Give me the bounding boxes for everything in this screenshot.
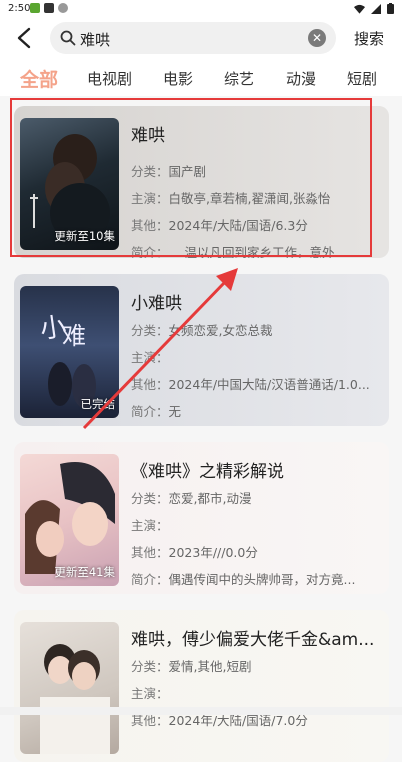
category-tabs: 全部 电视剧 电影 综艺 动漫 短剧 <box>0 60 402 96</box>
wifi-icon <box>354 4 365 14</box>
poster-image: 小 难 已完结 <box>20 286 119 418</box>
tab-movies[interactable]: 电影 <box>163 68 193 89</box>
result-title: 小难哄 <box>131 294 182 314</box>
poster-image: 更新至10集 <box>20 118 119 250</box>
info-row-cast: 主演： <box>131 350 169 365</box>
search-query: 难哄 <box>80 31 111 49</box>
info-row-cast: 主演： <box>131 518 169 533</box>
info-row-other: 其他：2023年///0.0分 <box>131 545 258 560</box>
info-row-category: 分类：女频恋爱,女恋总裁 <box>131 323 273 338</box>
result-title: 难哄，傅少偏爱大佬千金&am... <box>131 630 375 650</box>
result-card[interactable]: 更新至10集 难哄 分类：国产剧 主演：白敬亭,章若楠,翟潇闻,张淼怡 其他：2… <box>14 106 389 258</box>
poster-image: 更新至41集 <box>20 454 119 586</box>
search-header: 难哄 ✕ 搜索 <box>0 18 402 60</box>
tab-all[interactable]: 全部 <box>20 65 58 92</box>
info-row-other: 其他：2024年/中国大陆/汉语普通话/1.0... <box>131 377 370 392</box>
info-row-category: 分类：爱情,其他,短剧 <box>131 659 252 674</box>
tab-tv-series[interactable]: 电视剧 <box>87 68 132 89</box>
episode-badge: 更新至10集 <box>54 229 115 243</box>
info-row-synopsis: 简介： 温以凡回到家乡工作，意外... <box>131 245 347 258</box>
search-button[interactable]: 搜索 <box>354 28 384 49</box>
status-indicators <box>354 3 394 14</box>
info-row-category: 分类：恋爱,都市,动漫 <box>131 491 252 506</box>
result-card[interactable]: 小 难 已完结 小难哄 分类：女频恋爱,女恋总裁 主演： 其他：2024年/中国… <box>14 274 389 426</box>
app-notification-icon <box>30 3 40 13</box>
search-icon <box>60 30 76 46</box>
tab-short-drama[interactable]: 短剧 <box>347 68 377 89</box>
tab-anime[interactable]: 动漫 <box>286 68 316 89</box>
info-row-cast: 主演：白敬亭,章若楠,翟潇闻,张淼怡 <box>131 191 331 206</box>
svg-text:难: 难 <box>62 322 86 350</box>
status-app-icons <box>30 3 68 13</box>
status-badge: 已完结 <box>80 397 116 411</box>
search-input[interactable]: 难哄 ✕ <box>50 22 336 54</box>
result-card[interactable]: 更新至41集 《难哄》之精彩解说 分类：恋爱,都市,动漫 主演： 其他：2023… <box>14 442 389 594</box>
clear-icon[interactable]: ✕ <box>308 29 326 47</box>
signal-icon <box>371 3 381 14</box>
chevron-left-icon <box>17 27 31 49</box>
info-row-synopsis: 简介：无 <box>131 404 182 419</box>
info-row-cast: 主演： <box>131 686 169 701</box>
shield-icon <box>58 3 68 13</box>
info-row-synopsis: 简介：偶遇传闻中的头牌帅哥，对方竟... <box>131 572 356 587</box>
episode-badge: 更新至41集 <box>54 565 115 579</box>
result-title: 难哄 <box>131 126 165 146</box>
info-row-other: 其他：2024年/大陆/国语/6.3分 <box>131 218 308 233</box>
back-button[interactable] <box>10 24 38 52</box>
status-bar: 2:50 <box>0 0 402 18</box>
battery-icon <box>387 3 394 14</box>
app-notification-icon <box>44 3 54 13</box>
result-card[interactable]: 难哄，傅少偏爱大佬千金&am... 分类：爱情,其他,短剧 主演： 其他：202… <box>14 610 389 762</box>
result-title: 《难哄》之精彩解说 <box>131 462 284 482</box>
info-row-category: 分类：国产剧 <box>131 164 207 179</box>
gesture-bar <box>0 707 402 715</box>
status-time: 2:50 <box>8 3 31 14</box>
tab-variety[interactable]: 综艺 <box>224 68 254 89</box>
poster-image <box>20 622 119 754</box>
